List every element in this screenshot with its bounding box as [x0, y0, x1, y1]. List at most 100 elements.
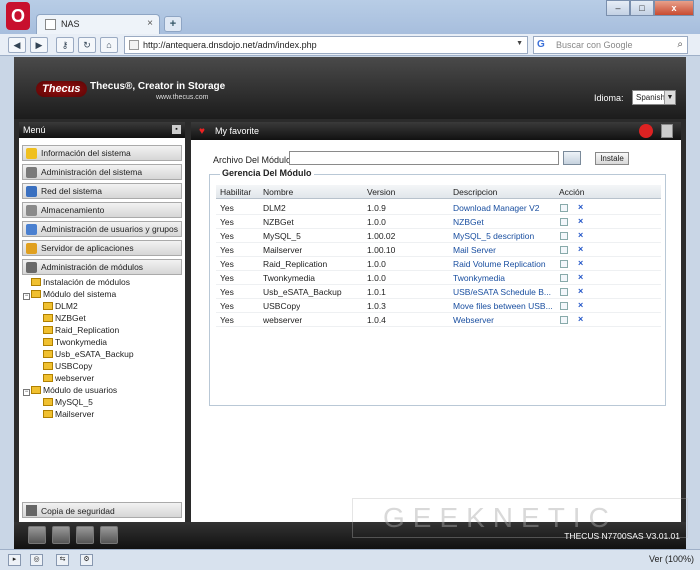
tab-nas[interactable]: NAS ×: [36, 14, 160, 34]
sidebar-item-modules[interactable]: Administración de módulos: [22, 259, 182, 275]
tree-item-system-modules[interactable]: − Módulo del sistema: [23, 289, 116, 300]
page-header: Thecus Thecus®, Creator in Storage www.t…: [14, 57, 686, 119]
add-favorite-icon[interactable]: [639, 124, 653, 138]
tree-item-raid-replication[interactable]: Raid_Replication: [43, 325, 119, 335]
delete-icon[interactable]: ×: [578, 300, 583, 310]
delete-icon[interactable]: ×: [578, 258, 583, 268]
module-checkbox[interactable]: [560, 274, 568, 282]
install-button[interactable]: Instale: [595, 152, 629, 165]
browse-button[interactable]: [563, 151, 581, 165]
folder-icon: [31, 290, 41, 298]
close-window-button[interactable]: x: [654, 0, 694, 16]
language-select[interactable]: Spanish ▼: [632, 90, 676, 105]
back-icon[interactable]: ◀: [8, 37, 26, 53]
module-checkbox[interactable]: [560, 302, 568, 310]
sidebar-item-system-info[interactable]: Información del sistema: [22, 145, 182, 161]
table-row[interactable]: Yes MySQL_5 1.00.02 MySQL_5 description ×: [216, 229, 661, 243]
tree-item-twonkymedia[interactable]: Twonkymedia: [43, 337, 107, 347]
tree-item-dlm2[interactable]: DLM2: [43, 301, 78, 311]
module-icon: [43, 374, 53, 382]
delete-icon[interactable]: ×: [578, 272, 583, 282]
speed-dial-icon[interactable]: ◎: [30, 554, 43, 566]
delete-icon[interactable]: ×: [578, 244, 583, 254]
tree-item-install[interactable]: Instalación de módulos: [31, 277, 130, 287]
fan-icon[interactable]: [76, 526, 94, 544]
module-checkbox[interactable]: [560, 316, 568, 324]
sidebar-item-label: Almacenamiento: [41, 205, 105, 215]
collapse-toggle-icon[interactable]: −: [23, 293, 30, 300]
description-cell: Mail Server: [453, 245, 496, 255]
sidebar: Menú ▪ Información del sistema Administr…: [19, 122, 185, 522]
search-input[interactable]: Buscar con Google: [556, 40, 633, 50]
delete-icon[interactable]: ×: [578, 314, 583, 324]
forward-icon[interactable]: ▶: [30, 37, 48, 53]
reload-icon[interactable]: ↻: [78, 37, 96, 53]
module-checkbox[interactable]: [560, 204, 568, 212]
table-row[interactable]: Yes Raid_Replication 1.0.0 Raid Volume Repl…: [216, 257, 661, 271]
collapse-icon[interactable]: ▪: [172, 125, 181, 134]
module-checkbox[interactable]: [560, 232, 568, 240]
table-row[interactable]: Yes NZBGet 1.0.0 NZBGet ×: [216, 215, 661, 229]
key-icon[interactable]: ⚷: [56, 37, 74, 53]
zoom-control[interactable]: Ver (100%): [649, 554, 694, 564]
google-icon[interactable]: G: [537, 39, 549, 51]
description-cell: MySQL_5 description: [453, 231, 535, 241]
sidebar-item-storage[interactable]: Almacenamiento: [22, 202, 182, 218]
module-checkbox[interactable]: [560, 218, 568, 226]
description-cell: USB/eSATA Schedule B...: [453, 287, 551, 297]
search-box[interactable]: G Buscar con Google ⌕: [533, 36, 688, 54]
tree-item-usbcopy[interactable]: USBCopy: [43, 361, 92, 371]
name-cell: DLM2: [263, 203, 286, 213]
module-icon: [43, 350, 53, 358]
delete-icon[interactable]: ×: [578, 286, 583, 296]
tree-item-webserver[interactable]: webserver: [43, 373, 94, 383]
address-bar[interactable]: http://antequera.dnsdojo.net/adm/index.p…: [124, 36, 528, 54]
table-row[interactable]: Yes Mailserver 1.00.10 Mail Server ×: [216, 243, 661, 257]
module-file-input[interactable]: [289, 151, 559, 165]
language-label: Idioma:: [594, 93, 624, 103]
tab-close-icon[interactable]: ×: [147, 18, 153, 29]
panel-icon[interactable]: ▸: [8, 554, 21, 566]
module-checkbox[interactable]: [560, 260, 568, 268]
opera-menu-button[interactable]: O: [6, 2, 30, 30]
collapse-toggle-icon[interactable]: −: [23, 389, 30, 396]
chevron-down-icon[interactable]: ▼: [664, 91, 675, 104]
section-title: Gerencia Del Módulo: [220, 168, 314, 178]
server-icon[interactable]: [28, 526, 46, 544]
disk-icon[interactable]: [52, 526, 70, 544]
table-row[interactable]: Yes USBCopy 1.0.3 Move files between USB...…: [216, 299, 661, 313]
enabled-cell: Yes: [220, 273, 234, 283]
delete-icon[interactable]: ×: [578, 202, 583, 212]
delete-icon[interactable]: ×: [578, 230, 583, 240]
logout-icon[interactable]: [661, 124, 673, 138]
sidebar-item-label: Información del sistema: [41, 148, 131, 158]
tree-item-nzbget[interactable]: NZBGet: [43, 313, 86, 323]
maximize-button[interactable]: □: [630, 0, 654, 16]
table-row[interactable]: Yes webserver 1.0.4 Webserver ×: [216, 313, 661, 327]
sidebar-item-network[interactable]: Red del sistema: [22, 183, 182, 199]
tree-item-mysql5[interactable]: MySQL_5: [43, 397, 93, 407]
delete-icon[interactable]: ×: [578, 216, 583, 226]
new-tab-button[interactable]: +: [164, 16, 182, 32]
minimize-button[interactable]: –: [606, 0, 630, 16]
search-icon[interactable]: ⌕: [677, 39, 683, 50]
table-row[interactable]: Yes Twonkymedia 1.0.0 Twonkymedia ×: [216, 271, 661, 285]
address-text[interactable]: http://antequera.dnsdojo.net/adm/index.p…: [143, 40, 317, 50]
sidebar-item-app-server[interactable]: Servidor de aplicaciones: [22, 240, 182, 256]
network-icon[interactable]: [100, 526, 118, 544]
chevron-down-icon[interactable]: ▼: [516, 40, 523, 47]
folder-icon: [31, 386, 41, 394]
table-row[interactable]: Yes Usb_eSATA_Backup 1.0.1 USB/eSATA Schedu…: [216, 285, 661, 299]
module-checkbox[interactable]: [560, 246, 568, 254]
settings-icon[interactable]: ⚙: [80, 554, 93, 566]
home-icon[interactable]: ⌂: [100, 37, 118, 53]
tree-item-usb-esata-backup[interactable]: Usb_eSATA_Backup: [43, 349, 134, 359]
table-row[interactable]: Yes DLM2 1.0.9 Download Manager V2 ×: [216, 201, 661, 215]
share-icon[interactable]: ⇆: [56, 554, 69, 566]
tree-item-mailserver[interactable]: Mailserver: [43, 409, 94, 419]
tree-item-user-modules[interactable]: − Módulo de usuarios: [23, 385, 117, 396]
module-checkbox[interactable]: [560, 288, 568, 296]
sidebar-item-users-groups[interactable]: Administración de usuarios y grupos: [22, 221, 182, 237]
sidebar-item-system-admin[interactable]: Administración del sistema: [22, 164, 182, 180]
sidebar-item-backup[interactable]: Copia de seguridad: [22, 502, 182, 518]
